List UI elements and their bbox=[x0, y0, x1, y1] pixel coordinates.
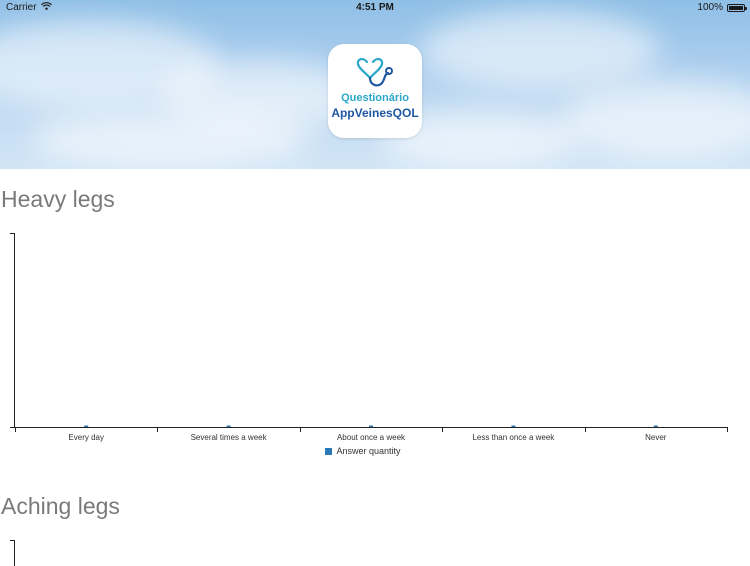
x-tick-label: Every day bbox=[68, 433, 104, 442]
battery-icon bbox=[727, 3, 747, 12]
x-tick-label: Several times a week bbox=[191, 433, 268, 442]
aching-legs-chart bbox=[10, 540, 15, 566]
x-tick-label: Less than once a week bbox=[472, 433, 555, 442]
status-time: 4:51 PM bbox=[356, 2, 394, 13]
header-background: Carrier 4:51 PM 100% Questionário AppVei… bbox=[0, 0, 750, 169]
section-title-aching-legs: Aching legs bbox=[1, 493, 120, 519]
stethoscope-heart-icon bbox=[356, 58, 393, 87]
logo-title-line1: Questionário bbox=[341, 92, 409, 104]
section-title-heavy-legs: Heavy legs bbox=[1, 186, 115, 212]
bar-about-once-a-week bbox=[369, 425, 373, 427]
app-logo: Questionário AppVeinesQOL bbox=[328, 44, 422, 138]
chart-legend: Answer quantity bbox=[0, 446, 726, 456]
bar-never bbox=[653, 425, 658, 427]
legend-swatch bbox=[325, 448, 333, 455]
bar-several-times-a-week bbox=[226, 425, 231, 427]
x-tick-label: Never bbox=[645, 433, 667, 442]
heavy-legs-chart: Every day Several times a week About once … bbox=[10, 233, 728, 442]
bar-every-day bbox=[84, 425, 89, 427]
battery-percent: 100% bbox=[697, 2, 723, 13]
bar-less-than-once-a-week bbox=[511, 425, 516, 427]
logo-title-line2: AppVeinesQOL bbox=[331, 106, 419, 120]
status-bar: Carrier 4:51 PM 100% bbox=[0, 0, 750, 16]
x-tick-label: About once a week bbox=[337, 433, 406, 442]
legend-label: Answer quantity bbox=[336, 446, 401, 456]
